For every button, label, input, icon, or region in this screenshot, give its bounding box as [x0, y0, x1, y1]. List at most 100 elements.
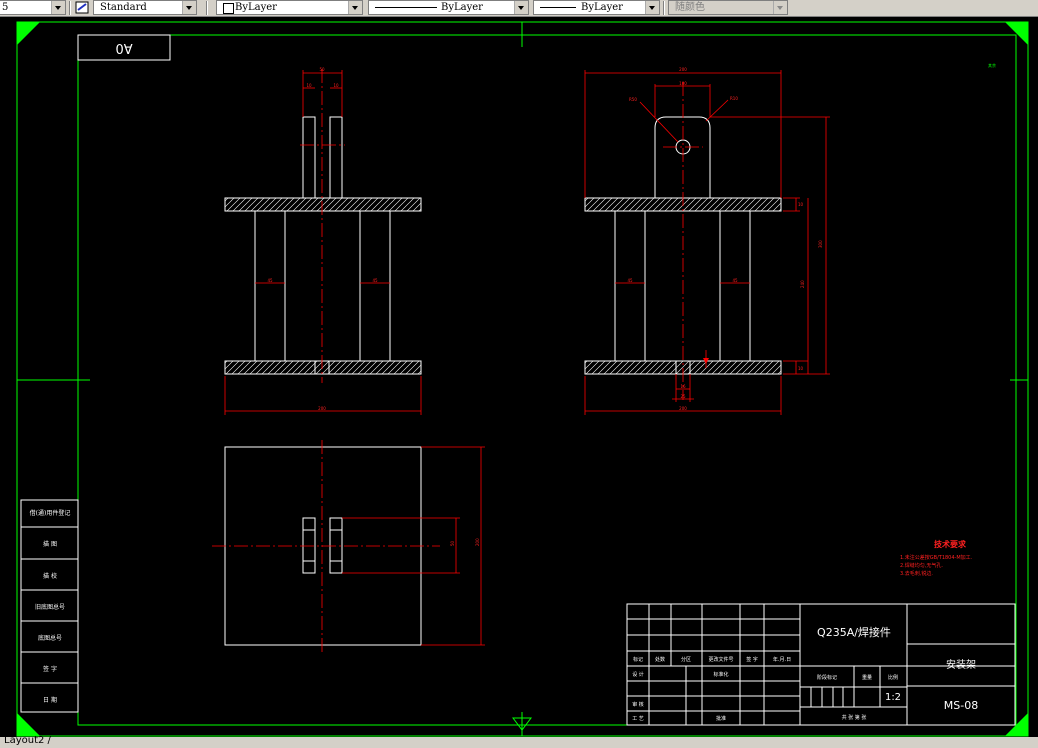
- side-leg-left: [614, 210, 646, 362]
- title-block: Q235A/焊接件 安装架 MS-08 1:2 标记 处数 分区 更改文件号 签…: [626, 603, 1016, 726]
- plotstyle-value: 随颜色: [675, 2, 705, 13]
- front-bottom-plate: [224, 360, 422, 375]
- material-label: Q235A/焊接件: [817, 625, 891, 639]
- side-view: 200 100 R50 R10 10 300 240 10 45 45 16 2…: [584, 67, 830, 415]
- row-label: 处数: [655, 656, 665, 663]
- stage-label: 阶段标记: [817, 674, 837, 681]
- design-label: 设 计: [632, 671, 644, 678]
- row-label: 签 字: [746, 656, 758, 663]
- chevron-down-icon[interactable]: [51, 1, 65, 14]
- dim-text: 10: [306, 83, 312, 88]
- linetype-combo[interactable]: ByLayer: [368, 0, 529, 15]
- dim-text: R10: [730, 96, 738, 101]
- drawing-code: MS-08: [944, 699, 978, 712]
- dim-text: 300: [818, 240, 823, 248]
- left-binding-block: 借(通)用件登记 描 图 描 校 旧底图总号 底图总号 签 字 日 期: [20, 499, 79, 713]
- properties-toolbar: 5 Standard ByLayer ByLayer ByLayer 随颜色: [0, 0, 1038, 17]
- front-post-left: [302, 116, 316, 199]
- dim-text: 200: [475, 538, 480, 546]
- corner-note: 其余: [988, 62, 996, 68]
- color-swatch: [223, 3, 234, 14]
- chevron-down-icon[interactable]: [514, 1, 528, 14]
- left-block-label: 签 字: [43, 665, 57, 673]
- front-leg-left: [254, 210, 286, 362]
- dim-text: 16: [680, 384, 686, 389]
- dim-text: 200: [679, 67, 687, 72]
- dim-text: 50: [450, 540, 455, 546]
- technical-notes: 技术要求 1.未注公差按GB/T1804-M加工. 2.焊缝均匀,无气孔. 3.…: [900, 539, 973, 577]
- corner-mark: [17, 713, 40, 736]
- top-post-left: [302, 517, 316, 574]
- leader-line: [639, 101, 679, 143]
- plotstyle-combo[interactable]: 随颜色: [668, 0, 788, 15]
- lineweight-preview: [540, 7, 576, 8]
- dim-text: R50: [629, 97, 637, 102]
- chevron-down-icon[interactable]: [773, 1, 787, 14]
- row-label: 年.月.日: [773, 656, 791, 663]
- notes-line: 3.去毛刺,锐边.: [900, 570, 933, 577]
- toolbar-separator: [206, 1, 208, 15]
- standard-label: 标准化: [713, 671, 728, 678]
- color-value: ByLayer: [235, 2, 277, 13]
- chevron-down-icon[interactable]: [645, 1, 659, 14]
- dim-text: 50: [319, 67, 325, 72]
- ratio-label: 比例: [888, 674, 898, 681]
- left-block-label: 旧底图总号: [35, 603, 65, 611]
- text-style-combo[interactable]: Standard: [93, 0, 197, 15]
- row-label: 标记: [633, 656, 643, 663]
- left-block-label: 日 期: [43, 696, 57, 704]
- dim-text: 10: [798, 202, 804, 207]
- weight-label: 重量: [862, 674, 872, 681]
- part-name: 安装架: [946, 658, 976, 671]
- chevron-down-icon[interactable]: [348, 1, 362, 14]
- sheet-inner-border: [77, 34, 1017, 726]
- tab-layout2[interactable]: Layout2 /: [4, 735, 51, 746]
- row-label: 更改文件号: [708, 656, 733, 663]
- left-block-label: 描 校: [43, 572, 57, 580]
- scale-value: 1:2: [885, 692, 901, 703]
- dimstyle-value: 5: [2, 2, 9, 13]
- dim-text: 200: [679, 406, 687, 411]
- dim-text: 45: [372, 278, 378, 283]
- corner-mark: [17, 22, 40, 45]
- lineweight-value: ByLayer: [581, 2, 623, 13]
- front-top-plate: [224, 197, 422, 212]
- dim-text: 100: [679, 81, 687, 86]
- color-combo[interactable]: ByLayer: [216, 0, 363, 15]
- dim-text: 45: [732, 278, 738, 283]
- check-label: 审 核: [632, 701, 644, 708]
- front-view: 50 10 10 45 45 200: [224, 67, 422, 415]
- dimstyle-combo[interactable]: 5: [0, 0, 66, 15]
- dim-text: 25: [680, 394, 686, 399]
- drawing-canvas[interactable]: A0 其余 50 10 10 45 45 200 200 100 R50 R10…: [0, 17, 1038, 737]
- top-post-right: [329, 517, 343, 574]
- leader-line: [705, 99, 729, 122]
- lineweight-combo[interactable]: ByLayer: [533, 0, 660, 15]
- layout-tab-strip: Layout2 /: [0, 735, 1038, 748]
- side-bracket-plate: [654, 116, 711, 198]
- dim-text: 45: [267, 278, 273, 283]
- toolbar-separator: [69, 1, 71, 15]
- top-view: 50 200: [212, 440, 485, 652]
- dim-text: 200: [318, 406, 326, 411]
- linetype-preview: [375, 7, 437, 8]
- linetype-value: ByLayer: [441, 2, 483, 13]
- dim-text: 10: [798, 366, 804, 371]
- left-block-label: 描 图: [43, 540, 57, 548]
- sheet-size-label: A0: [115, 40, 132, 55]
- left-block-label: 借(通)用件登记: [30, 509, 71, 517]
- text-style-icon[interactable]: [75, 1, 89, 14]
- dim-text: 45: [627, 278, 633, 283]
- front-leg-right: [359, 210, 391, 362]
- chevron-down-icon[interactable]: [182, 1, 196, 14]
- front-post-right: [329, 116, 343, 199]
- side-leg-right: [719, 210, 751, 362]
- approve-label: 批准: [716, 715, 726, 722]
- row-label: 分区: [681, 656, 691, 663]
- notes-line: 1.未注公差按GB/T1804-M加工.: [900, 554, 973, 561]
- left-block-label: 底图总号: [38, 634, 62, 642]
- dim-text: 240: [800, 280, 805, 288]
- process-label: 工 艺: [632, 716, 644, 722]
- sheets-label: 共 张 第 张: [842, 714, 867, 721]
- notes-title: 技术要求: [934, 539, 967, 549]
